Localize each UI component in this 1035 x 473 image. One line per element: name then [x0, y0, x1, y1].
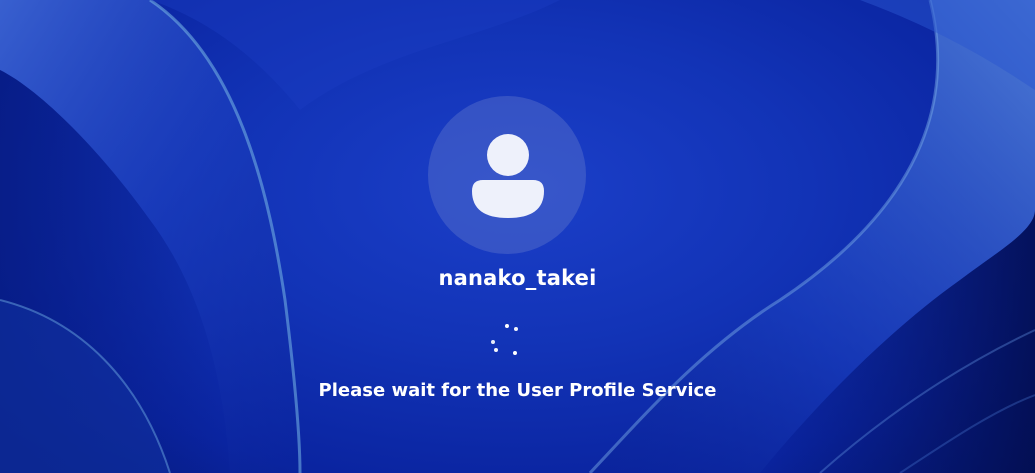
login-panel: nanako_takei Please wait for the User Pr…: [0, 0, 1035, 473]
lock-screen: nanako_takei Please wait for the User Pr…: [0, 0, 1035, 473]
user-avatar: [428, 96, 586, 254]
user-avatar-icon: [472, 134, 544, 218]
username-label: nanako_takei: [438, 266, 597, 290]
loading-spinner-icon: [491, 324, 518, 355]
status-message: Please wait for the User Profile Service: [318, 380, 717, 401]
